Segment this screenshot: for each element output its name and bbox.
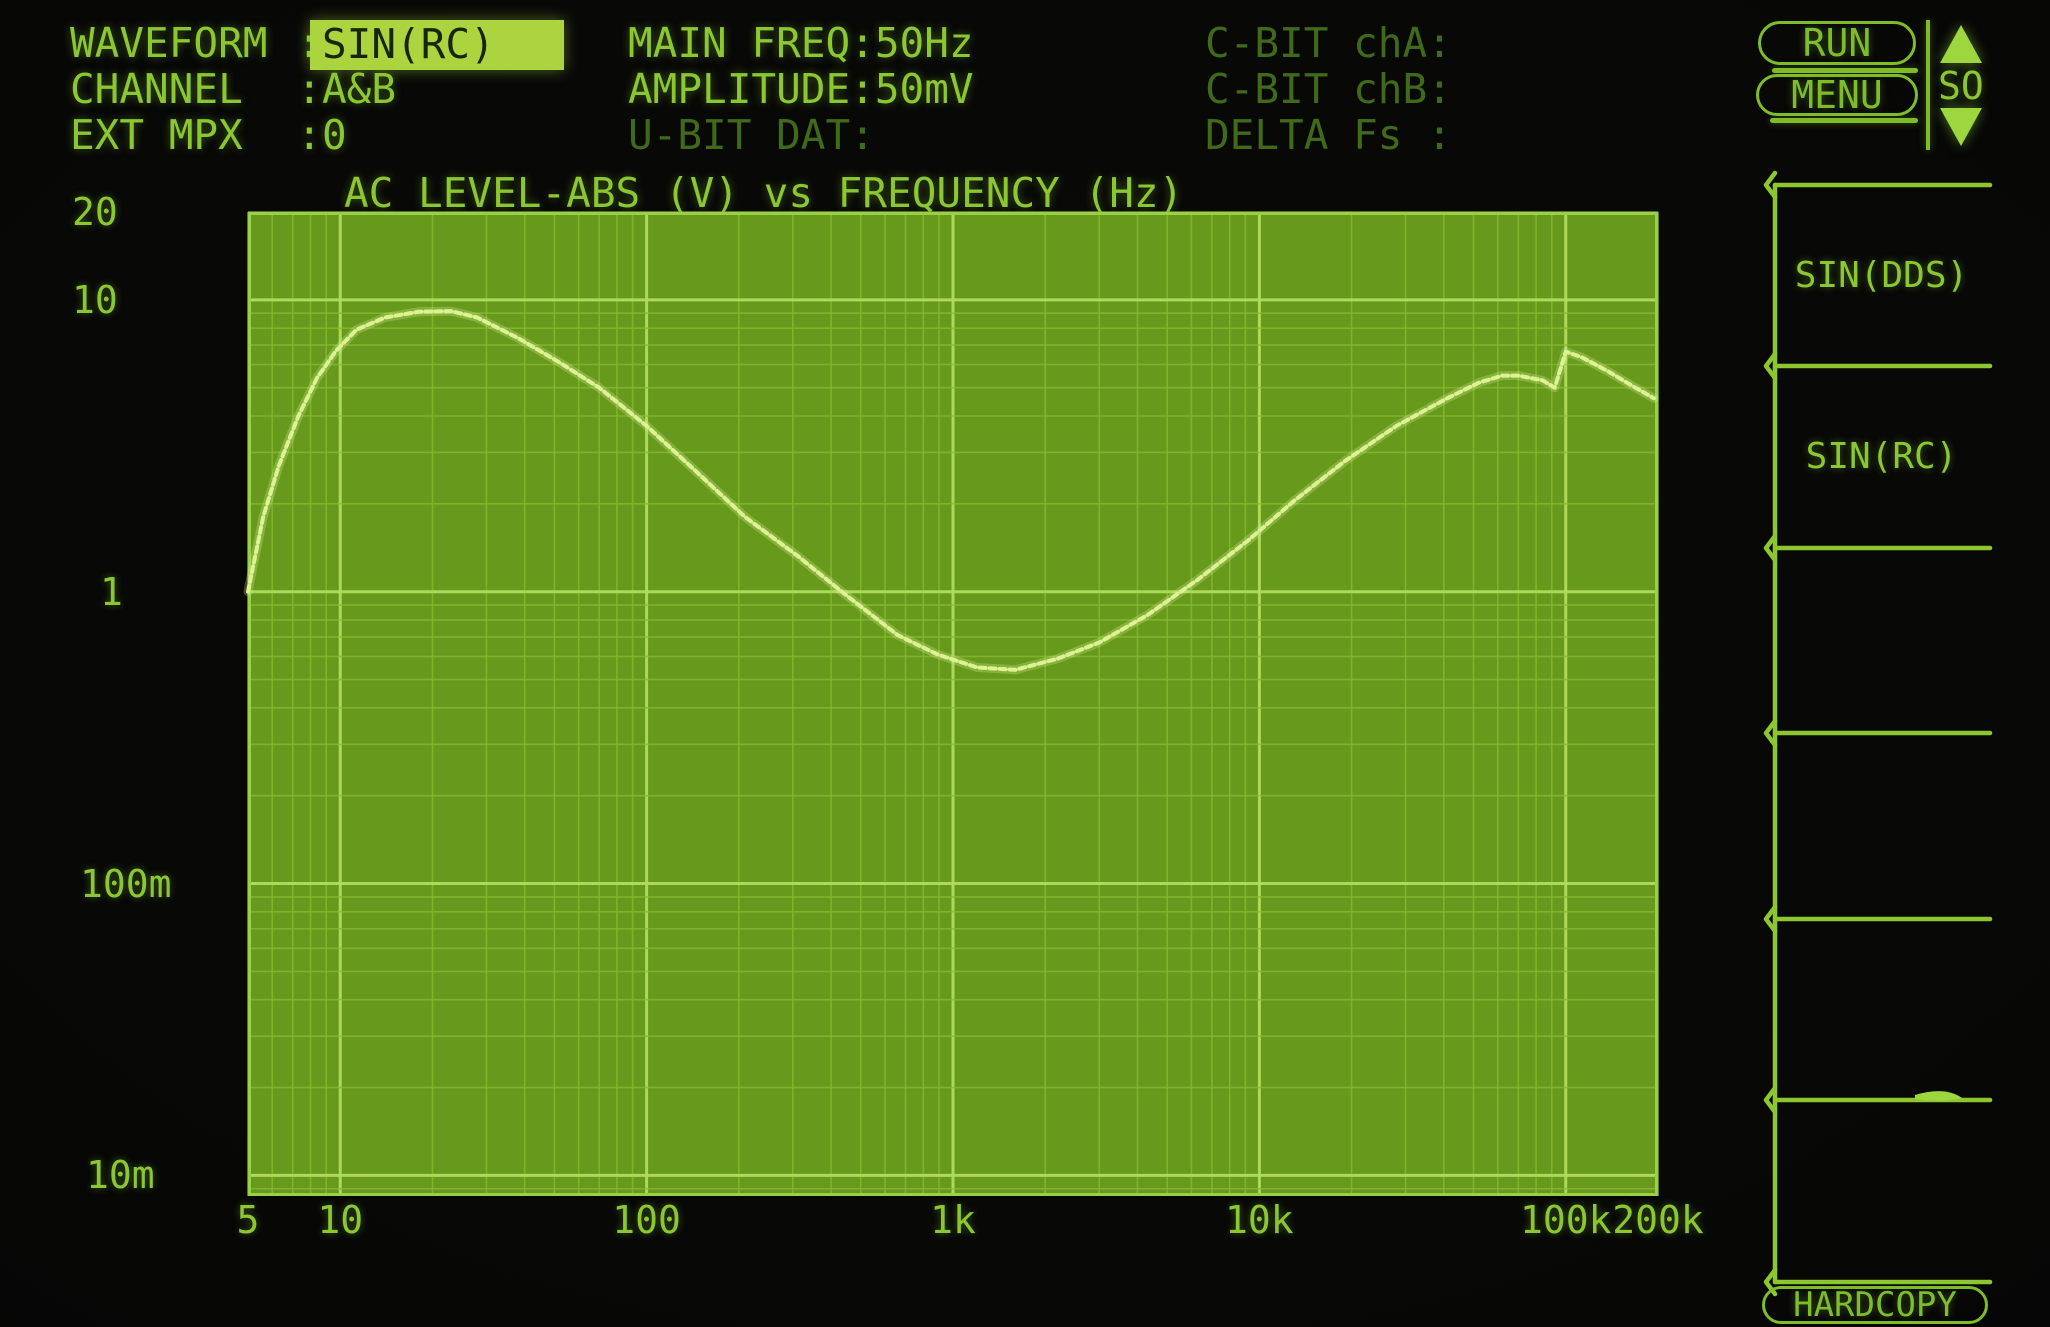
softkey-label-1: SIN(DDS) — [1794, 254, 1969, 296]
x-axis-tick-label: 10 — [317, 1198, 364, 1242]
y-axis-tick-label: 1 — [100, 569, 123, 614]
softkey-label-2: SIN(RC) — [1805, 436, 1958, 477]
ext-mpx-value-field[interactable]: 0 — [322, 112, 347, 158]
x-axis-tick-label: 200k — [1612, 1198, 1704, 1242]
scroll-label: SO — [1938, 64, 1984, 108]
softkey-slot-3[interactable] — [1772, 548, 1990, 733]
delta-fs-field: DELTA Fs : — [1205, 111, 1452, 159]
menu-underline — [1770, 118, 1918, 123]
chart-title: AC LEVEL-ABS (V) vs FREQUENCY (Hz) — [344, 169, 1184, 217]
header-divider — [1926, 20, 1930, 150]
level-vs-frequency-plot — [243, 211, 1659, 1196]
x-axis-tick-label: 10k — [1225, 1198, 1294, 1242]
y-axis-tick-label: 20 — [72, 190, 118, 234]
menu-button[interactable]: MENU — [1756, 74, 1918, 116]
x-axis-tick-label: 100 — [612, 1198, 681, 1242]
waveform-label: WAVEFORM — [70, 19, 268, 67]
softkey-slot-4[interactable] — [1772, 733, 1990, 919]
y-axis-tick-label: 100m — [80, 861, 172, 906]
y-axis-tick-label: 10 — [72, 277, 118, 322]
channel-value-field[interactable]: A&B — [322, 66, 396, 112]
ext-mpx-colon: : — [297, 111, 322, 159]
scroll-down-icon[interactable] — [1940, 108, 1982, 146]
ext-mpx-label: EXT MPX — [70, 111, 243, 159]
x-axis-tick-label: 1k — [930, 1198, 976, 1242]
softkey-slot-5[interactable] — [1772, 919, 1990, 1100]
c-bit-cha-field: C-BIT chA: — [1205, 19, 1452, 67]
hardcopy-button[interactable]: HARDCOPY — [1762, 1286, 1988, 1324]
amplitude-field[interactable]: AMPLITUDE:50mV — [628, 66, 974, 112]
channel-colon: : — [297, 65, 322, 113]
u-bit-dat-field: U-BIT DAT: — [628, 111, 875, 159]
y-axis-tick-label: 10m — [86, 1153, 155, 1198]
softkey-slot-6[interactable] — [1772, 1100, 1990, 1282]
run-button[interactable]: RUN — [1758, 21, 1916, 65]
analyzer-screen: WAVEFORM : SIN(RC) CHANNEL : A&B EXT MPX… — [0, 0, 2050, 1327]
main-freq-field[interactable]: MAIN FREQ:50Hz — [628, 20, 974, 66]
waveform-value-field[interactable]: SIN(RC) — [310, 20, 564, 70]
channel-label: CHANNEL — [70, 65, 243, 113]
scroll-up-icon[interactable] — [1940, 25, 1982, 63]
c-bit-chb-field: C-BIT chB: — [1205, 65, 1452, 113]
